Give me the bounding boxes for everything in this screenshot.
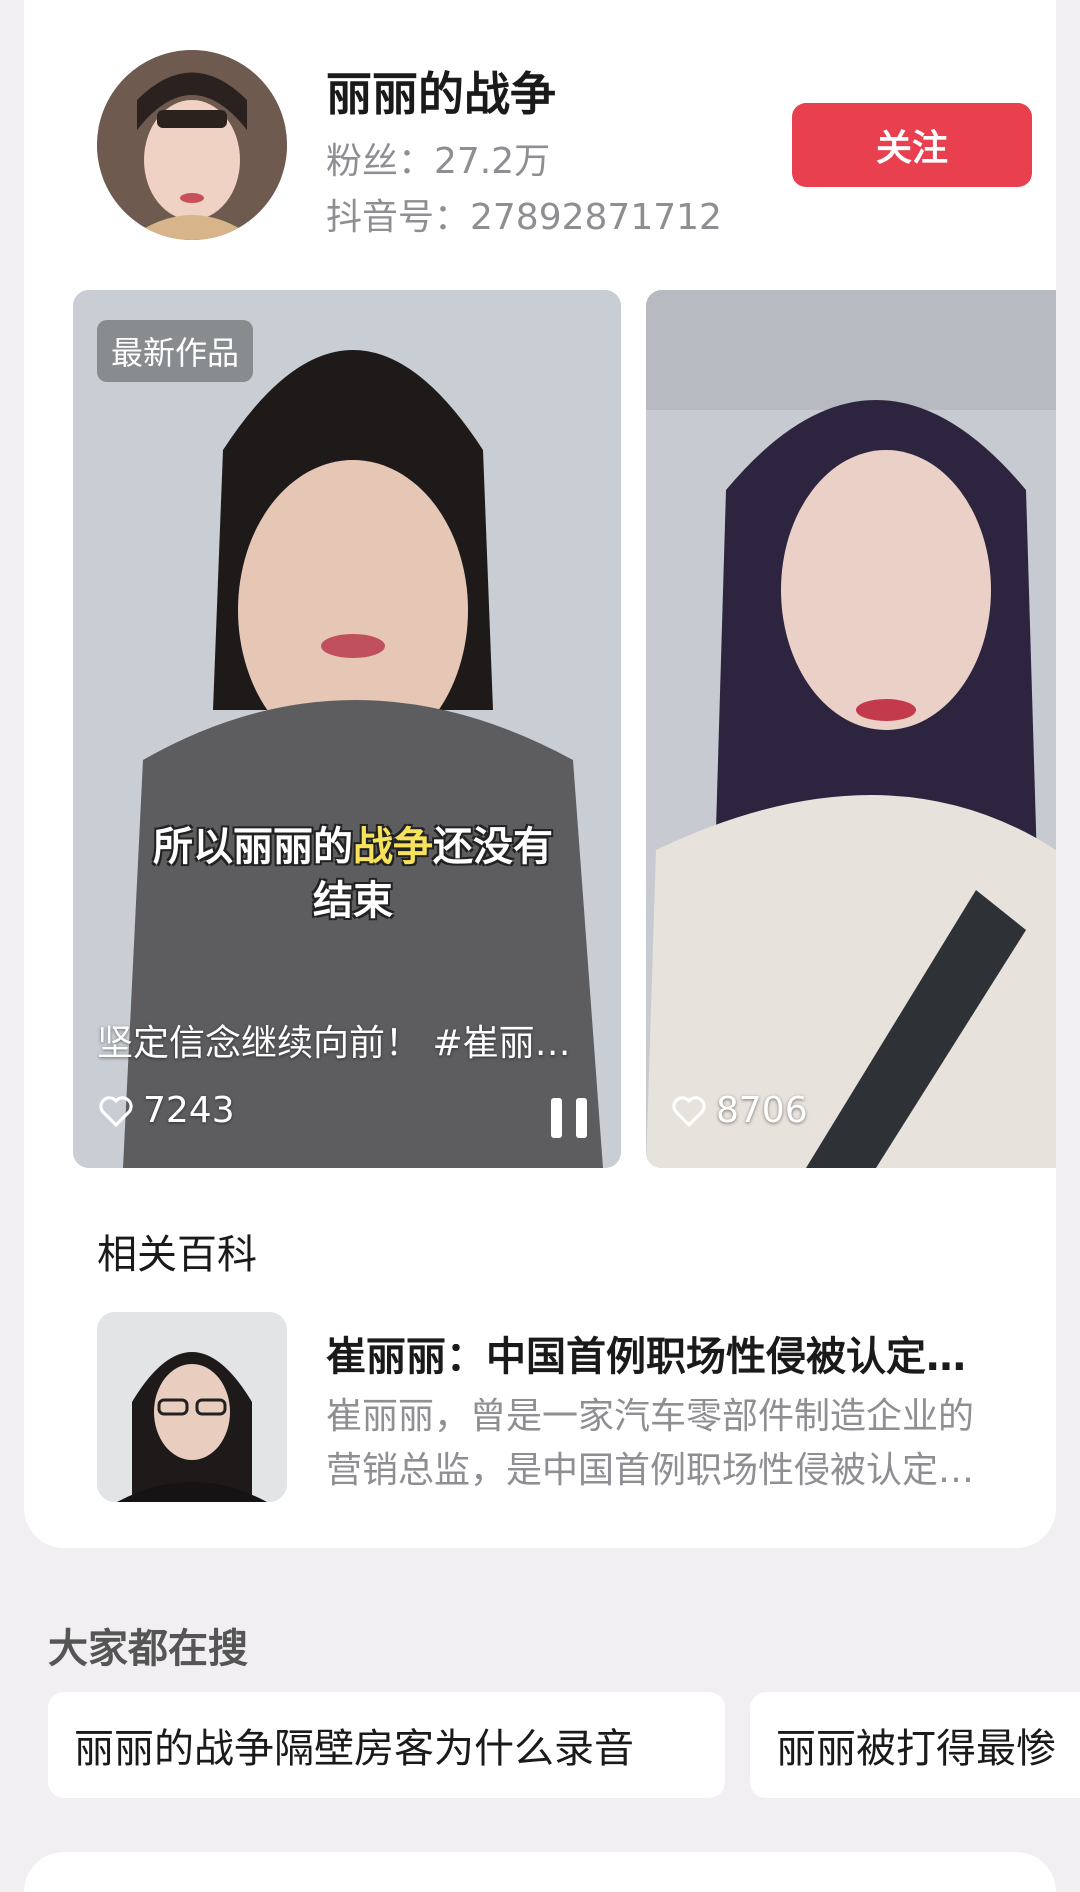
next-card-edge [24, 1852, 1056, 1892]
trending-search-title: 大家都在搜 [48, 1626, 248, 1672]
search-suggestion-chip[interactable]: 丽丽被打得最惨 [750, 1692, 1080, 1798]
follower-count: 粉丝：27.2万 [326, 141, 551, 182]
video-caption: 坚定信念继续向前！ #崔丽… [97, 1023, 571, 1064]
subtitle-highlight: 战争 [353, 824, 433, 870]
heart-icon [672, 1095, 706, 1127]
subtitle-text: 还没有 [433, 824, 553, 870]
like-count-value: 7243 [143, 1090, 235, 1131]
like-count-value: 8706 [716, 1090, 808, 1131]
douyin-id: 抖音号：27892871712 [326, 197, 722, 238]
avatar[interactable] [97, 50, 287, 240]
baike-thumbnail[interactable] [97, 1312, 287, 1502]
pause-icon[interactable] [551, 1098, 587, 1138]
video-thumbnail [646, 290, 1056, 1168]
heart-icon [99, 1095, 133, 1127]
baike-title[interactable]: 崔丽丽：中国首例职场性侵被认定… [326, 1324, 1046, 1382]
baike-desc-line: 营销总监，是中国首例职场性侵被认定… [326, 1450, 975, 1491]
subtitle-text: 所以丽丽的 [153, 824, 353, 870]
subtitle-text: 结束 [313, 878, 393, 924]
like-count: 8706 [670, 1090, 808, 1131]
latest-work-badge: 最新作品 [97, 320, 254, 382]
video-card[interactable]: 8706 [646, 290, 1056, 1168]
baike-desc-line: 崔丽丽，曾是一家汽车零部件制造企业的 [326, 1396, 975, 1437]
baike-section-title: 相关百科 [97, 1232, 257, 1278]
like-count: 7243 [97, 1090, 235, 1131]
video-subtitle: 所以丽丽的战争还没有 结束 [153, 820, 553, 928]
video-card-latest[interactable]: 最新作品 所以丽丽的战争还没有 结束 坚定信念继续向前！ #崔丽… 7243 [73, 290, 621, 1168]
account-name[interactable]: 丽丽的战争 [326, 58, 556, 124]
search-suggestion-chip[interactable]: 丽丽的战争隔壁房客为什么录音 [48, 1692, 725, 1798]
follow-button[interactable]: 关注 [792, 103, 1032, 187]
baike-description: 崔丽丽，曾是一家汽车零部件制造企业的 营销总监，是中国首例职场性侵被认定… [326, 1390, 1036, 1498]
